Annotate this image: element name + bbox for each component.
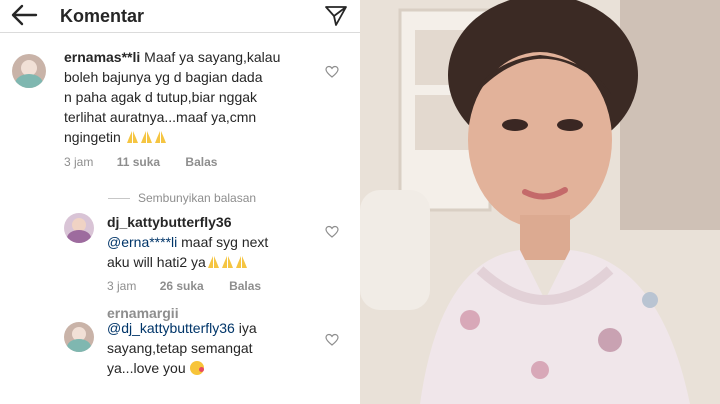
reply-text: dj_kattybutterfly36 @erna****li maaf syg… [107,214,269,270]
selfie-photo [360,0,720,404]
avatar[interactable] [12,54,46,88]
heart-outline-icon[interactable] [325,333,339,347]
avatar[interactable] [64,322,94,352]
comment-text: ernamas**li Maaf ya sayang,kalau boleh b… [64,49,281,145]
page-title: Komentar [60,6,145,26]
reply-time: 3 jam [107,279,137,293]
heart-outline-icon[interactable] [325,225,339,239]
folded-hands-emoji [206,254,248,270]
comment-meta: 3 jam 11 suka Balas [64,155,217,169]
reply-button[interactable]: Balas [185,155,217,169]
likes-count[interactable]: 11 suka [117,155,160,169]
reply-username[interactable]: ernamargii [107,303,179,323]
mention-link[interactable]: @erna****li [107,234,177,250]
top-bar: Komentar [0,0,360,33]
reply-button[interactable]: Balas [229,279,261,293]
comment-time: 3 jam [64,155,94,169]
hide-replies-button[interactable]: Sembunyikan balasan [108,191,256,205]
avatar[interactable] [64,213,94,243]
comment-username[interactable]: ernamas**li [64,49,140,65]
reply-username[interactable]: dj_kattybutterfly36 [107,214,231,230]
folded-hands-emoji [125,129,167,145]
likes-count[interactable]: 26 suka [160,279,204,293]
reply-text: ernamargii @dj_kattybutterfly36 iya saya… [107,305,257,376]
heart-outline-icon[interactable] [325,65,339,79]
arrow-left-icon[interactable] [10,3,38,27]
reply-meta: 3 jam 26 suka Balas [107,279,261,293]
selfie-illustration [360,0,720,404]
paper-plane-icon[interactable] [324,4,348,28]
comments-panel: Komentar ernamas**li Maaf ya sayang,kala… [0,0,360,404]
kissing-face-emoji [189,361,204,375]
